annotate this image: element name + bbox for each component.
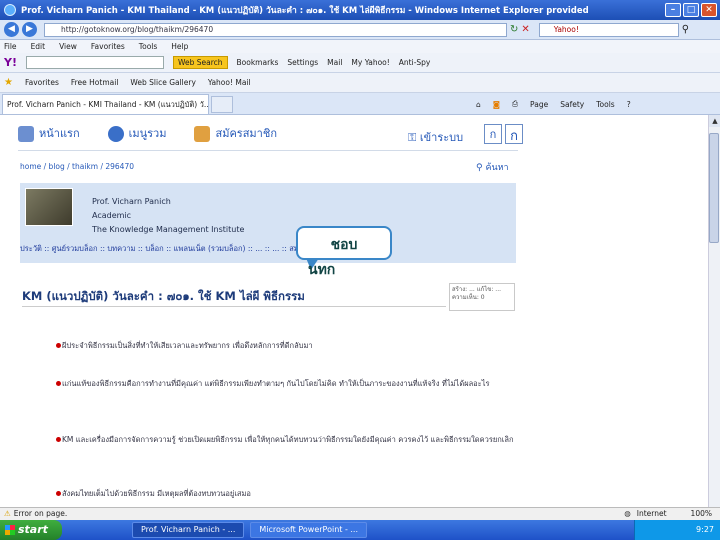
- title-underline: [22, 306, 446, 307]
- post-paragraph: KM และเครื่องมือการจัดการความรู้ ช่วยเปิ…: [56, 432, 522, 448]
- key-icon: ⚿: [408, 131, 420, 144]
- font-larger-button[interactable]: ก: [505, 124, 523, 144]
- search-icon[interactable]: ⚲: [682, 24, 689, 35]
- search-input[interactable]: Yahoo!: [538, 22, 679, 37]
- nav-join[interactable]: สมัครสมาชิก: [194, 124, 277, 142]
- home-icon: [18, 126, 34, 142]
- yahoo-search-input[interactable]: [25, 56, 164, 69]
- post-paragraph: สังคมไทยเต็มไปด้วยพิธีกรรม มีเหตุผลที่ต้…: [56, 486, 522, 502]
- site-nav: หน้าแรก เมนูรวม สมัครสมาชิก: [18, 124, 277, 142]
- menu-favorites[interactable]: Favorites: [91, 40, 125, 53]
- yahoo-toolbar: Y! Web Search Bookmarks Settings Mail My…: [0, 53, 720, 73]
- system-clock[interactable]: 9:27: [634, 520, 720, 540]
- bullet-icon: [56, 437, 61, 442]
- toolbar-my-yahoo[interactable]: My Yahoo!: [351, 58, 389, 67]
- login-link[interactable]: ⚿ เข้าระบบ: [408, 128, 463, 146]
- forward-icon[interactable]: ▶: [22, 22, 37, 37]
- zone-label: Internet: [636, 509, 667, 518]
- menu-edit[interactable]: Edit: [31, 40, 46, 53]
- nav-menu[interactable]: เมนูรวม: [107, 124, 166, 142]
- profile-links[interactable]: ประวัติ :: ศูนย์รวมบล็อก :: บทความ :: บล…: [20, 243, 516, 255]
- nav-divider: [18, 150, 518, 151]
- nav-home[interactable]: หน้าแรก: [18, 124, 80, 142]
- stop-icon[interactable]: ✕: [521, 24, 529, 35]
- favorites-button[interactable]: Favorites: [25, 78, 59, 87]
- zone-globe-icon: ◍: [624, 509, 631, 518]
- post-stats: สร้าง: ... แก้ไข: ... ความเห็น: 0: [449, 283, 515, 311]
- toolbar-bookmarks[interactable]: Bookmarks: [237, 58, 279, 67]
- window-title-bar: Prof. Vicharn Panich - KMI Thailand - KM…: [0, 0, 720, 20]
- browser-tab-active[interactable]: Prof. Vicharn Panich - KMI Thailand - KM…: [2, 94, 209, 114]
- tab-bar: Prof. Vicharn Panich - KMI Thailand - KM…: [0, 93, 720, 115]
- post-title: KM (แนวปฏิบัติ) วันละคำ : ๗๐๑. ใช้ KM ไล…: [22, 289, 305, 303]
- taskbar-item-ie[interactable]: Prof. Vicharn Panich - ...: [132, 522, 245, 538]
- post-paragraph: ผีประจำพิธีกรรมเป็นสิ่งที่ทำให้เสียเวลาแ…: [56, 338, 522, 354]
- home-icon[interactable]: ⌂: [476, 100, 481, 109]
- feeds-icon[interactable]: ◙: [493, 100, 500, 109]
- web-search-button[interactable]: Web Search: [172, 56, 228, 69]
- start-button[interactable]: start: [0, 520, 62, 540]
- toolbar-settings[interactable]: Settings: [287, 58, 318, 67]
- menu-view[interactable]: View: [59, 40, 77, 53]
- breadcrumb[interactable]: home / blog / thaikm / 296470: [20, 162, 134, 171]
- menu-tools[interactable]: Tools: [139, 40, 157, 53]
- speech-bubble-line2: นทก: [308, 262, 336, 278]
- close-icon[interactable]: ✕: [701, 3, 717, 17]
- fav-web-slice-gallery[interactable]: Web Slice Gallery: [130, 78, 196, 87]
- minimize-icon[interactable]: –: [665, 3, 681, 17]
- print-icon[interactable]: ⎙: [512, 99, 518, 109]
- new-tab-button[interactable]: [211, 96, 233, 113]
- toolbar-mail[interactable]: Mail: [327, 58, 342, 67]
- ie-icon: [4, 4, 16, 16]
- url-input[interactable]: http://gotoknow.org/blog/thaikm/296470: [44, 22, 507, 37]
- font-size-buttons: ก ก: [484, 124, 523, 144]
- safety-menu[interactable]: Safety: [560, 100, 584, 109]
- taskbar-item-powerpoint[interactable]: Microsoft PowerPoint - ...: [250, 522, 368, 538]
- back-icon[interactable]: ◀: [4, 22, 19, 37]
- favorites-star-icon[interactable]: ★: [4, 77, 13, 88]
- yahoo-logo[interactable]: Y!: [4, 56, 17, 69]
- status-text[interactable]: Error on page.: [14, 508, 68, 520]
- site-search-link[interactable]: ⚲ ค้นหา: [476, 160, 509, 174]
- address-bar: ◀ ▶ http://gotoknow.org/blog/thaikm/2964…: [0, 20, 720, 40]
- page-content: [0, 115, 708, 507]
- menu-help[interactable]: Help: [171, 40, 188, 53]
- bullet-icon: [56, 381, 61, 386]
- refresh-icon[interactable]: ↻: [510, 24, 518, 35]
- users-icon: [194, 126, 211, 142]
- status-bar: ⚠ Error on page. ◍ Internet 100%: [0, 507, 720, 520]
- author-photo: [25, 188, 73, 226]
- post-paragraph: แก่นแท้ของพิธีกรรมคือการทำงานที่มีคุณค่า…: [56, 376, 522, 392]
- speech-bubble: ชอบ: [296, 226, 392, 260]
- tools-menu[interactable]: Tools: [596, 100, 614, 109]
- bullet-icon: [56, 343, 61, 348]
- zoom-level[interactable]: 100%: [691, 508, 712, 520]
- menu-file[interactable]: File: [4, 40, 17, 53]
- maximize-icon[interactable]: □: [683, 3, 699, 17]
- help-icon[interactable]: ?: [627, 100, 631, 109]
- fav-free-hotmail[interactable]: Free Hotmail: [71, 78, 119, 87]
- globe-icon: [107, 126, 124, 142]
- page-menu[interactable]: Page: [530, 100, 548, 109]
- scrollbar-thumb[interactable]: [709, 133, 719, 243]
- menu-bar: File Edit View Favorites Tools Help: [0, 40, 720, 53]
- profile-name[interactable]: Prof. Vicharn Panich: [92, 195, 244, 209]
- scroll-up-icon[interactable]: ▲: [709, 115, 720, 127]
- warning-icon[interactable]: ⚠: [4, 508, 11, 520]
- fav-yahoo-mail[interactable]: Yahoo! Mail: [208, 78, 251, 87]
- window-title: Prof. Vicharn Panich - KMI Thailand - KM…: [21, 6, 589, 16]
- profile-info: Prof. Vicharn Panich Academic The Knowle…: [92, 195, 244, 237]
- taskbar: start Prof. Vicharn Panich - ... Microso…: [0, 520, 720, 540]
- command-bar: ⌂ ◙ ⎙ Page Safety Tools ?: [476, 93, 631, 115]
- profile-role: Academic: [92, 211, 132, 220]
- bullet-icon: [56, 491, 61, 496]
- toolbar-anti-spy[interactable]: Anti-Spy: [399, 58, 431, 67]
- font-smaller-button[interactable]: ก: [484, 124, 502, 144]
- favorites-bar: ★ Favorites Free Hotmail Web Slice Galle…: [0, 73, 720, 93]
- profile-org: The Knowledge Management Institute: [92, 225, 245, 234]
